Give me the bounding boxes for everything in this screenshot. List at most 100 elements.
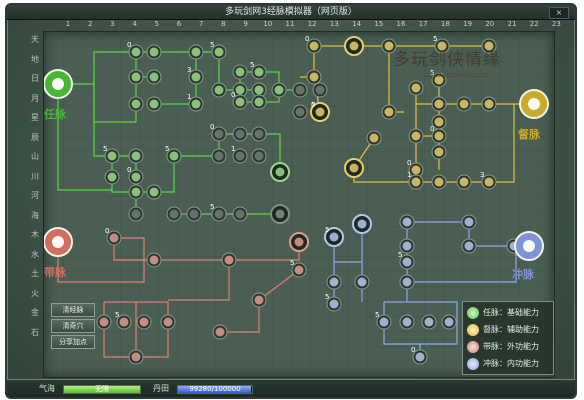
acupoint-node[interactable] <box>128 148 144 164</box>
acupoint-node[interactable]: 5 <box>310 101 330 122</box>
row-label: 星 <box>31 113 39 122</box>
seal-core <box>528 98 540 110</box>
acupoint-node[interactable]: 3 <box>187 66 204 85</box>
acupoint-node[interactable] <box>271 82 287 98</box>
acupoint-icon <box>424 317 434 327</box>
acupoint-node[interactable] <box>481 96 497 112</box>
acupoint-node[interactable]: 5 <box>210 203 227 222</box>
acupoint-node[interactable]: 0 <box>210 123 227 142</box>
acupoint-node[interactable] <box>312 82 328 98</box>
acupoint-node[interactable] <box>306 69 322 85</box>
du-meridian-seal[interactable]: 督脉 <box>518 89 549 141</box>
acupoint-node[interactable] <box>292 104 308 120</box>
acupoint-node[interactable] <box>160 314 176 330</box>
acupoint-icon <box>464 217 474 227</box>
chong-meridian-seal[interactable]: 冲脉 <box>512 231 544 281</box>
acupoint-node[interactable] <box>166 206 182 222</box>
acupoint-node[interactable] <box>146 69 162 85</box>
acupoint-node[interactable] <box>354 274 370 290</box>
acupoint-node[interactable]: 5 <box>115 311 132 330</box>
acupoint-node[interactable]: 5 <box>325 293 342 312</box>
acupoint-node[interactable] <box>128 206 144 222</box>
acupoint-node[interactable] <box>128 96 144 112</box>
acupoint-node[interactable] <box>399 314 415 330</box>
acupoint-node[interactable] <box>251 148 267 164</box>
acupoint-node[interactable] <box>104 169 120 185</box>
ren-meridian-seal[interactable]: 任脉 <box>44 69 73 121</box>
acupoint-node[interactable]: 5 <box>103 145 120 164</box>
acupoint-node[interactable] <box>211 148 227 164</box>
acupoint-node[interactable] <box>421 314 437 330</box>
acupoint-node[interactable]: 5 <box>398 251 415 270</box>
acupoint-node[interactable] <box>128 69 144 85</box>
acupoint-node[interactable] <box>431 144 447 160</box>
acupoint-node[interactable] <box>456 96 472 112</box>
acupoint-node[interactable] <box>251 126 267 142</box>
acupoint-count: 0 <box>407 159 411 167</box>
acupoint-node[interactable] <box>366 130 382 146</box>
acupoint-node[interactable] <box>232 64 248 80</box>
acupoint-node[interactable] <box>146 252 162 268</box>
acupoint-node[interactable] <box>344 36 364 56</box>
acupoint-node[interactable] <box>431 174 447 190</box>
dai-meridian-seal[interactable]: 带脉 <box>44 227 73 279</box>
acupoint-node[interactable]: 1 <box>231 145 248 164</box>
acupoint-node[interactable]: 5 <box>250 61 267 80</box>
acupoint-node[interactable] <box>381 104 397 120</box>
acupoint-node[interactable] <box>441 314 457 330</box>
acupoint-icon <box>254 151 264 161</box>
acupoint-node[interactable] <box>399 274 415 290</box>
share-build-button[interactable]: 分享加点 <box>51 335 95 349</box>
acupoint-node[interactable]: 5 <box>165 145 182 164</box>
acupoint-node[interactable] <box>232 126 248 142</box>
acupoint-node[interactable]: 5 <box>210 41 227 60</box>
acupoint-node[interactable] <box>146 184 162 200</box>
acupoint-node[interactable] <box>456 174 472 190</box>
acupoint-node[interactable]: 0 <box>105 227 122 246</box>
acupoint-node[interactable]: 5 <box>375 311 392 330</box>
acupoint-node[interactable] <box>270 162 290 182</box>
close-button[interactable]: × <box>549 7 569 19</box>
acupoint-node[interactable] <box>352 214 372 234</box>
acupoint-node[interactable] <box>461 214 477 230</box>
acupoint-node[interactable] <box>136 314 152 330</box>
acupoint-node[interactable] <box>128 349 144 365</box>
acupoint-icon <box>411 131 421 141</box>
acupoint-node[interactable] <box>251 94 267 110</box>
acupoint-node[interactable] <box>212 324 228 340</box>
acupoint-node[interactable] <box>408 128 424 144</box>
acupoint-node[interactable] <box>146 96 162 112</box>
acupoint-node[interactable] <box>326 274 342 290</box>
acupoint-node[interactable] <box>399 214 415 230</box>
legend-item-dai: 带脉：外功能力 <box>467 340 551 354</box>
acupoint-node[interactable]: 0 <box>127 41 144 60</box>
acupoint-node[interactable] <box>96 314 112 330</box>
acupoint-node[interactable] <box>289 232 309 252</box>
acupoint-node[interactable]: 0 <box>305 35 322 54</box>
acupoint-icon <box>329 277 339 287</box>
acupoint-icon <box>254 67 264 77</box>
acupoint-node[interactable] <box>251 292 267 308</box>
clear-meridians-button[interactable]: 清经脉 <box>51 303 95 317</box>
acupoint-node[interactable] <box>186 206 202 222</box>
acupoint-node[interactable] <box>221 252 237 268</box>
acupoint-node[interactable]: 0 <box>127 166 144 185</box>
acupoint-node[interactable]: 3 <box>480 171 497 190</box>
acupoint-icon <box>315 85 325 95</box>
acupoint-node[interactable] <box>292 82 308 98</box>
acupoint-node[interactable] <box>128 184 144 200</box>
acupoint-node[interactable]: 5 <box>324 226 344 247</box>
ren-meridian-name: 任脉 <box>44 107 67 121</box>
acupoint-node[interactable] <box>461 238 477 254</box>
acupoint-node[interactable] <box>270 204 290 224</box>
acupoint-node[interactable] <box>431 96 447 112</box>
acupoint-node[interactable] <box>344 158 364 178</box>
acupoint-node[interactable] <box>188 44 204 60</box>
column-number: 3 <box>110 20 115 28</box>
acupoint-node[interactable] <box>232 206 248 222</box>
clear-points-button[interactable]: 清奇穴 <box>51 319 95 333</box>
acupoint-node[interactable] <box>146 44 162 60</box>
acupoint-node[interactable] <box>211 82 227 98</box>
acupoint-node[interactable]: 0 <box>411 346 428 365</box>
acupoint-node[interactable]: 1 <box>187 93 204 112</box>
